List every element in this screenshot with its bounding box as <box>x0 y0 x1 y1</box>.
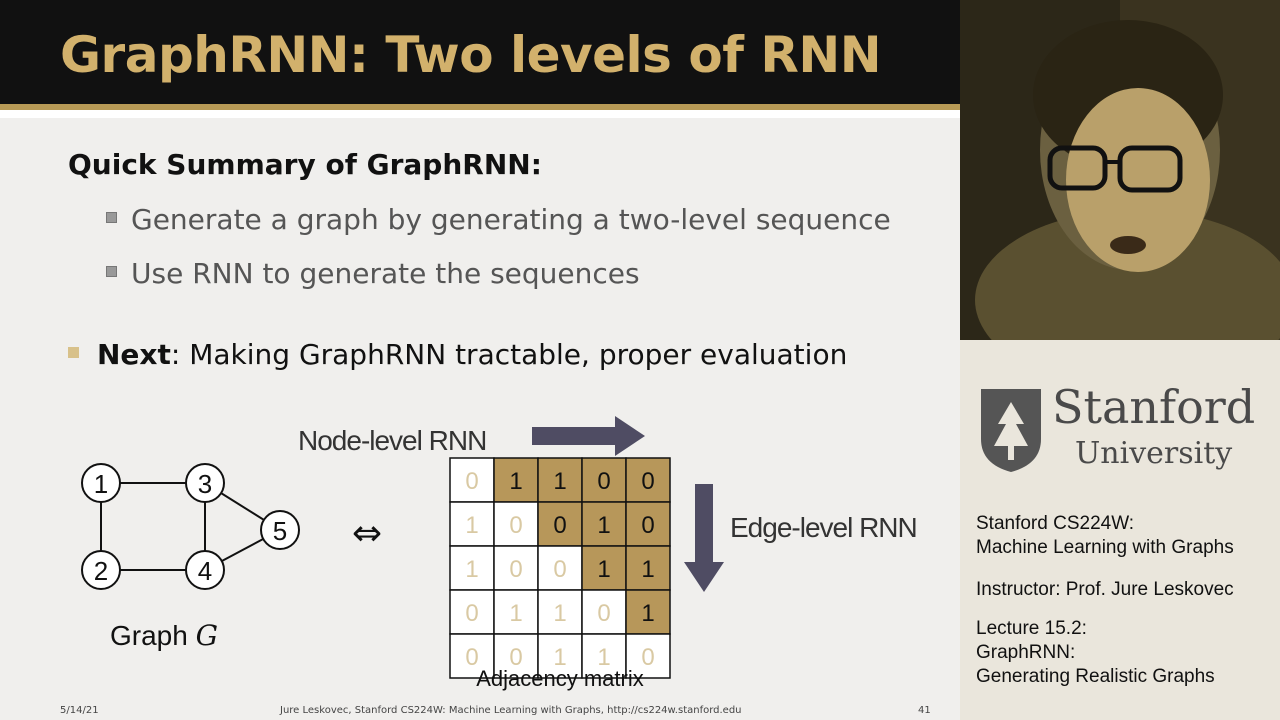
course-line-2: Machine Learning with Graphs <box>976 537 1234 558</box>
edge-level-label: Edge-level RNN <box>730 512 917 543</box>
matrix-value: 0 <box>465 468 478 495</box>
matrix-value: 0 <box>553 512 566 539</box>
matrix-value: 1 <box>465 512 478 539</box>
matrix-value: 0 <box>641 512 654 539</box>
graph-node-4: 4 <box>185 550 225 590</box>
matrix-value: 0 <box>597 600 610 627</box>
matrix-value: 1 <box>597 512 610 539</box>
matrix-value: 0 <box>597 468 610 495</box>
equivalence-icon: ⇔ <box>352 513 382 554</box>
graph-node-2: 2 <box>81 550 121 590</box>
matrix-value: 1 <box>641 600 654 627</box>
slide: GraphRNN: Two levels of RNN Quick Summar… <box>0 0 960 720</box>
lecture-info: Lecture 15.2: GraphRNN: Generating Reali… <box>976 617 1215 689</box>
node-label: 2 <box>94 556 108 586</box>
matrix-value: 1 <box>509 600 522 627</box>
graph-label-text: Graph <box>110 620 196 651</box>
matrix-value: 1 <box>553 600 566 627</box>
university-wordmark: University <box>1075 436 1233 471</box>
matrix-label: Adjacency matrix <box>476 666 644 691</box>
matrix-value: 0 <box>509 556 522 583</box>
node-label: 5 <box>273 516 287 546</box>
instructor: Instructor: Prof. Jure Leskovec <box>976 579 1234 600</box>
matrix-value: 1 <box>465 556 478 583</box>
lecture-line-2: GraphRNN: <box>976 642 1076 663</box>
stanford-wordmark: Stanford <box>1052 380 1256 434</box>
right-arrow-icon <box>532 416 645 456</box>
footer-page-number: 41 <box>918 705 931 716</box>
graph-diagram: 1 2 3 4 5 Graph G ⇔ Node-level RNN Edge-… <box>81 416 918 691</box>
matrix-value: 0 <box>553 556 566 583</box>
graph-node-5: 5 <box>260 510 300 550</box>
graph-var: G <box>196 619 218 652</box>
matrix-value: 0 <box>465 600 478 627</box>
footer-credit: Jure Leskovec, Stanford CS224W: Machine … <box>280 705 742 716</box>
graph-node-1: 1 <box>81 463 121 503</box>
graph-node-3: 3 <box>185 463 225 503</box>
down-arrow-icon <box>684 484 724 592</box>
matrix-value: 0 <box>509 512 522 539</box>
node-label: 1 <box>94 469 108 499</box>
footer-date: 5/14/21 <box>60 705 99 716</box>
matrix-value: 1 <box>597 556 610 583</box>
adjacency-matrix: 0 1 1 0 01 0 0 1 01 0 0 1 10 1 1 0 10 0 1 1 0 <box>449 457 671 679</box>
matrix-value: 1 <box>509 468 522 495</box>
node-label: 3 <box>198 469 212 499</box>
matrix-value: 1 <box>641 556 654 583</box>
lecturer-portrait <box>960 0 1280 340</box>
course-title: Stanford CS224W: Machine Learning with G… <box>976 512 1234 560</box>
node-level-label: Node-level RNN <box>298 425 486 456</box>
lecture-line-3: Generating Realistic Graphs <box>976 666 1215 687</box>
node-label: 4 <box>198 556 212 586</box>
stanford-logo-icon <box>981 389 1041 472</box>
matrix-value: 0 <box>641 468 654 495</box>
graph-label: Graph G <box>110 619 218 652</box>
course-line-1: Stanford CS224W: <box>976 513 1135 534</box>
matrix-value: 1 <box>553 468 566 495</box>
lecture-line-1: Lecture 15.2: <box>976 618 1087 639</box>
lecturer-video <box>960 0 1280 340</box>
